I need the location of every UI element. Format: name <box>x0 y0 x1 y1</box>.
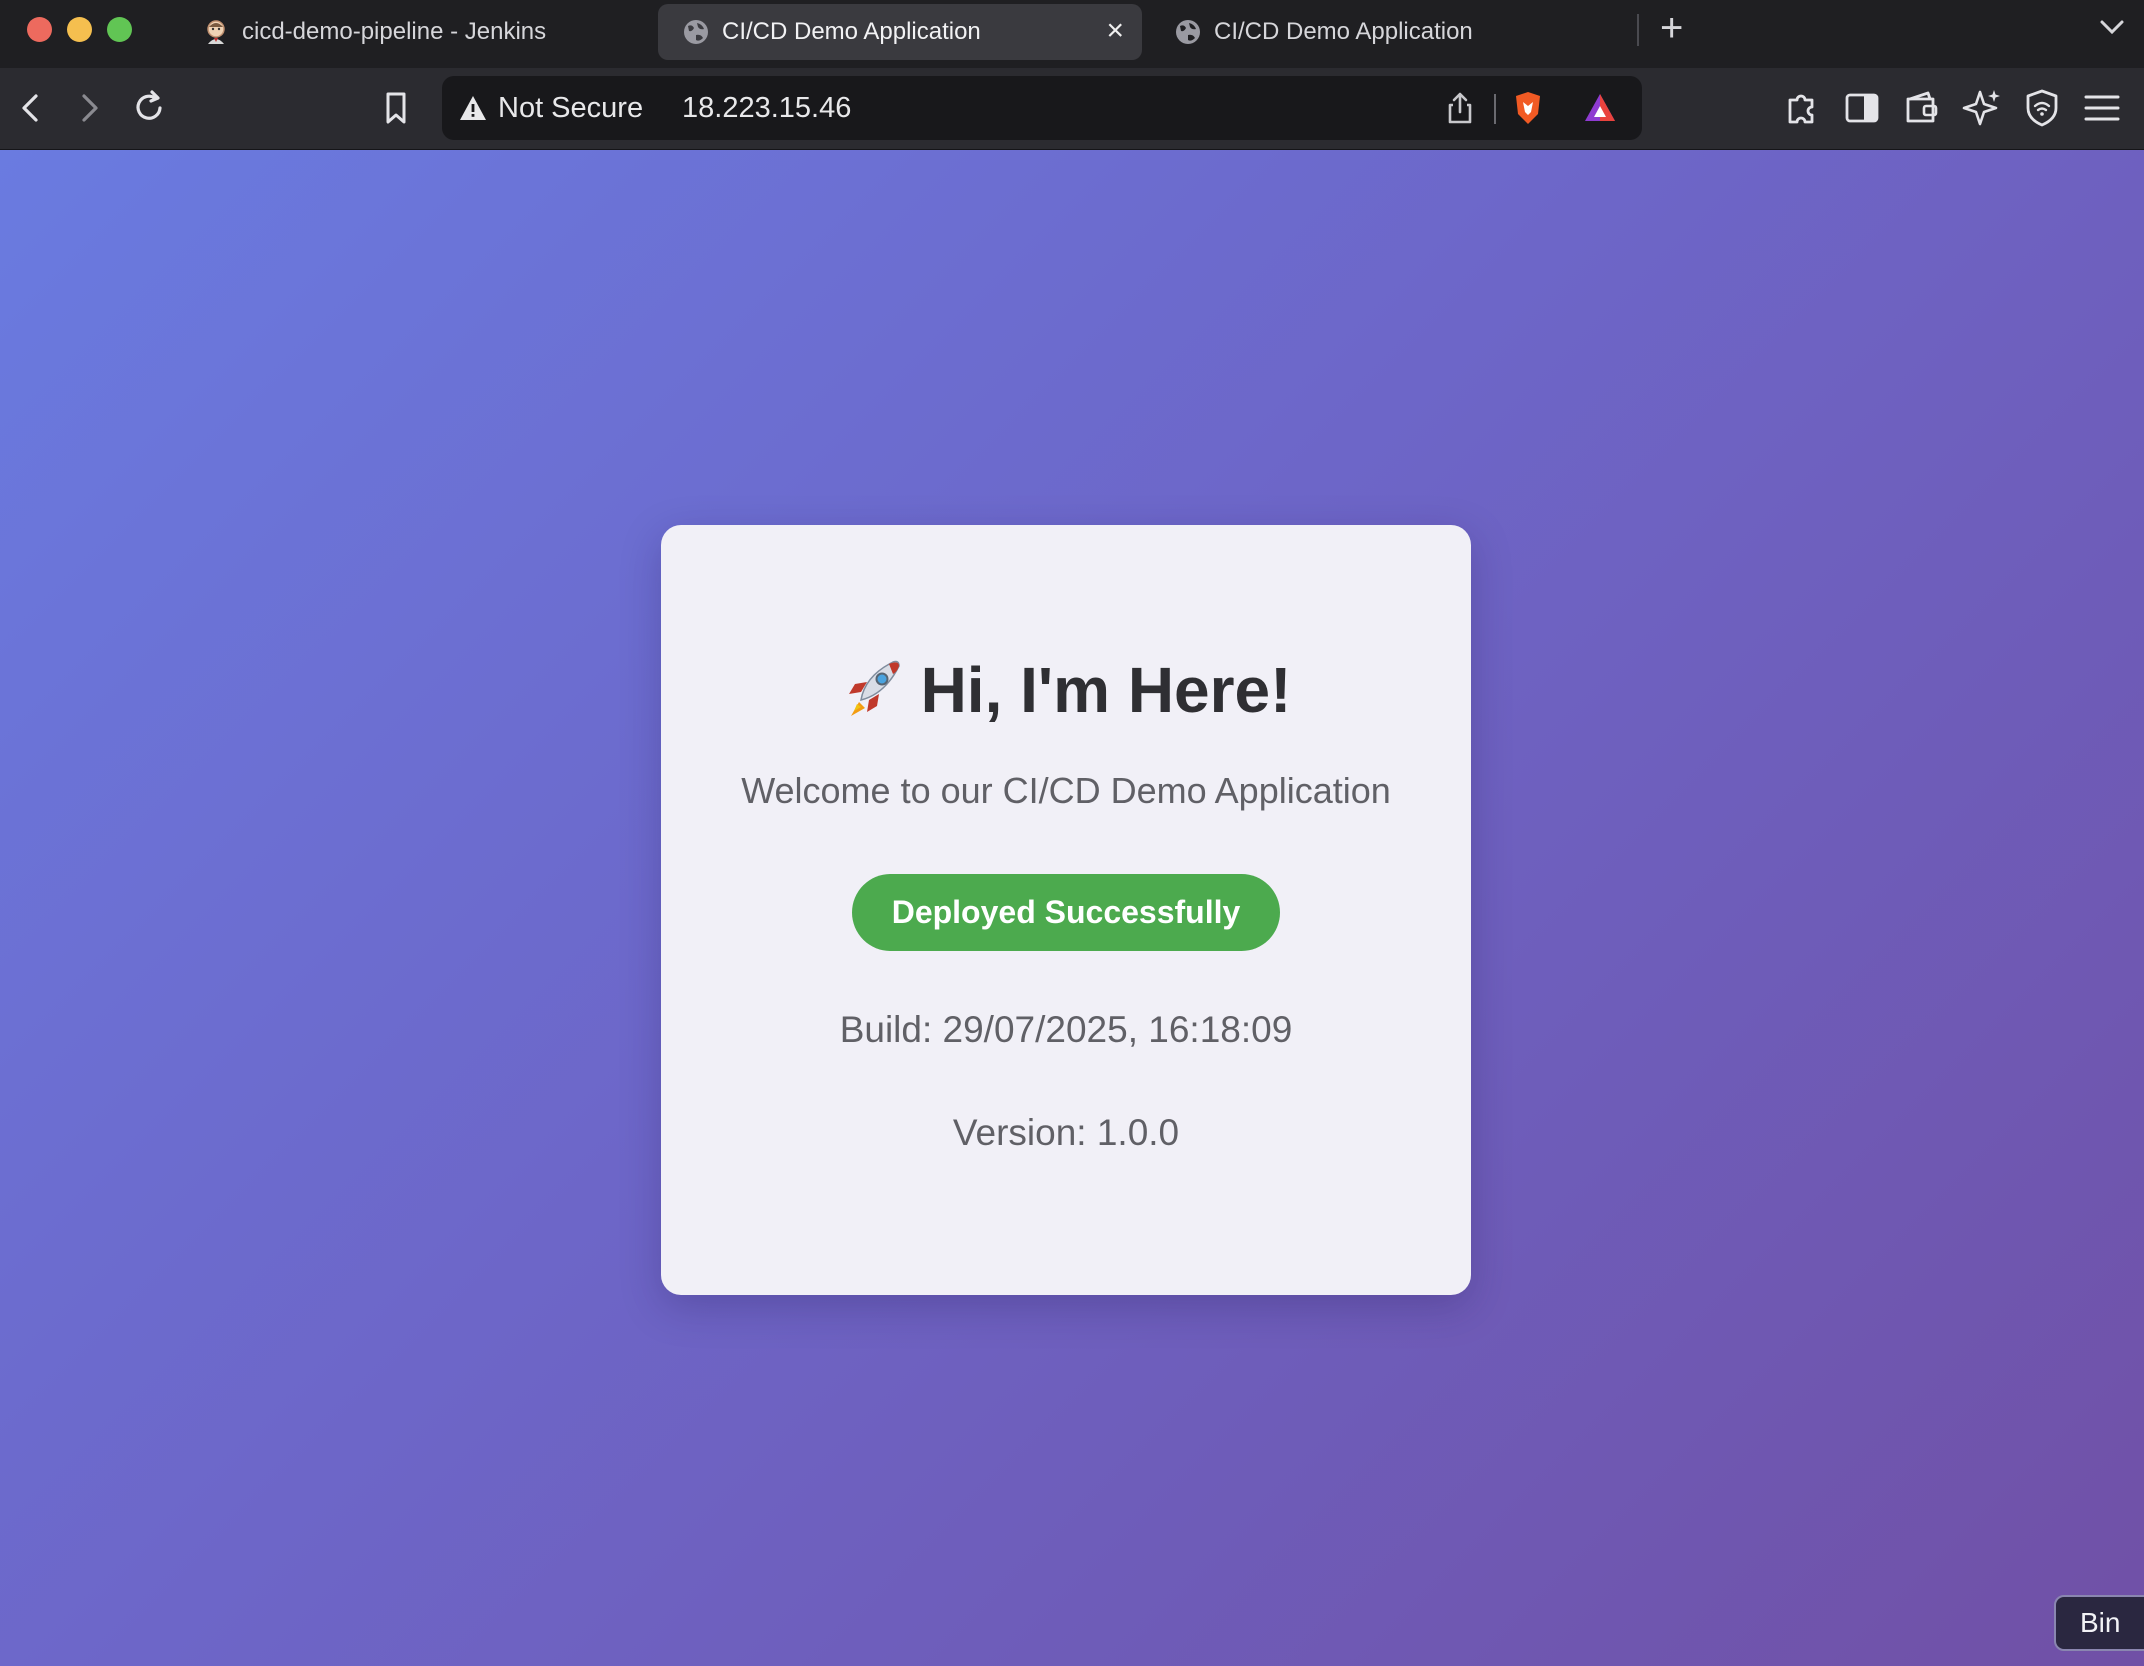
forward-icon[interactable] <box>66 86 110 130</box>
page-viewport: Hi, I'm Here! Welcome to our CI/CD Demo … <box>0 150 2144 1666</box>
wallet-icon[interactable] <box>1900 86 1944 130</box>
extensions-icon[interactable] <box>1780 86 1824 130</box>
share-icon[interactable] <box>1442 90 1478 126</box>
tab-divider <box>1637 14 1639 46</box>
close-window-button[interactable] <box>27 17 52 42</box>
brave-shields-icon[interactable] <box>1510 90 1546 126</box>
tab-cicd-demo[interactable]: CI/CD Demo Application <box>1150 4 1630 60</box>
tab-cicd-demo-active[interactable]: CI/CD Demo Application × <box>658 4 1142 60</box>
tab-strip: cicd-demo-pipeline - Jenkins CI/CD Demo … <box>0 0 2144 68</box>
reload-icon[interactable] <box>128 86 172 130</box>
bookmark-icon[interactable] <box>374 86 418 130</box>
brave-rewards-icon[interactable] <box>1582 90 1618 126</box>
rocket-icon <box>848 660 900 716</box>
back-icon[interactable] <box>10 86 54 130</box>
warning-icon <box>460 96 486 120</box>
tab-title: cicd-demo-pipeline - Jenkins <box>242 18 547 45</box>
security-label[interactable]: Not Secure <box>498 92 643 125</box>
tooltip: Bin <box>2054 1595 2144 1651</box>
sidebar-icon[interactable] <box>1840 86 1884 130</box>
leo-ai-icon[interactable] <box>1960 86 2004 130</box>
minimize-window-button[interactable] <box>67 17 92 42</box>
browser-toolbar: Not Secure 18.223.15.46 <box>0 68 2144 150</box>
tab-title: CI/CD Demo Application <box>1214 18 1473 45</box>
close-tab-icon[interactable]: × <box>1106 14 1124 48</box>
globe-icon <box>684 20 708 44</box>
tab-title: CI/CD Demo Application <box>722 18 981 45</box>
tab-jenkins[interactable]: cicd-demo-pipeline - Jenkins <box>178 4 648 60</box>
status-badge: Deployed Successfully <box>852 874 1280 951</box>
new-tab-button[interactable]: + <box>1660 6 1683 51</box>
welcome-subtitle: Welcome to our CI/CD Demo Application <box>741 770 1391 811</box>
build-info: Build: 29/07/2025, 16:18:09 <box>839 1009 1293 1050</box>
address-bar[interactable]: Not Secure 18.223.15.46 <box>442 76 1642 140</box>
page-heading: Hi, I'm Here! <box>661 653 1471 727</box>
jenkins-icon <box>207 20 225 44</box>
page-title: Hi, I'm Here! <box>920 654 1292 726</box>
chevron-down-icon[interactable] <box>2094 8 2130 48</box>
url-divider <box>1494 94 1496 124</box>
globe-icon <box>1176 20 1200 44</box>
vpn-shield-icon[interactable] <box>2020 86 2064 130</box>
menu-icon[interactable] <box>2080 86 2124 130</box>
version-info: Version: 1.0.0 <box>952 1112 1180 1153</box>
zoom-window-button[interactable] <box>107 17 132 42</box>
welcome-card: Hi, I'm Here! Welcome to our CI/CD Demo … <box>661 525 1471 1295</box>
url-text[interactable]: 18.223.15.46 <box>682 92 851 125</box>
